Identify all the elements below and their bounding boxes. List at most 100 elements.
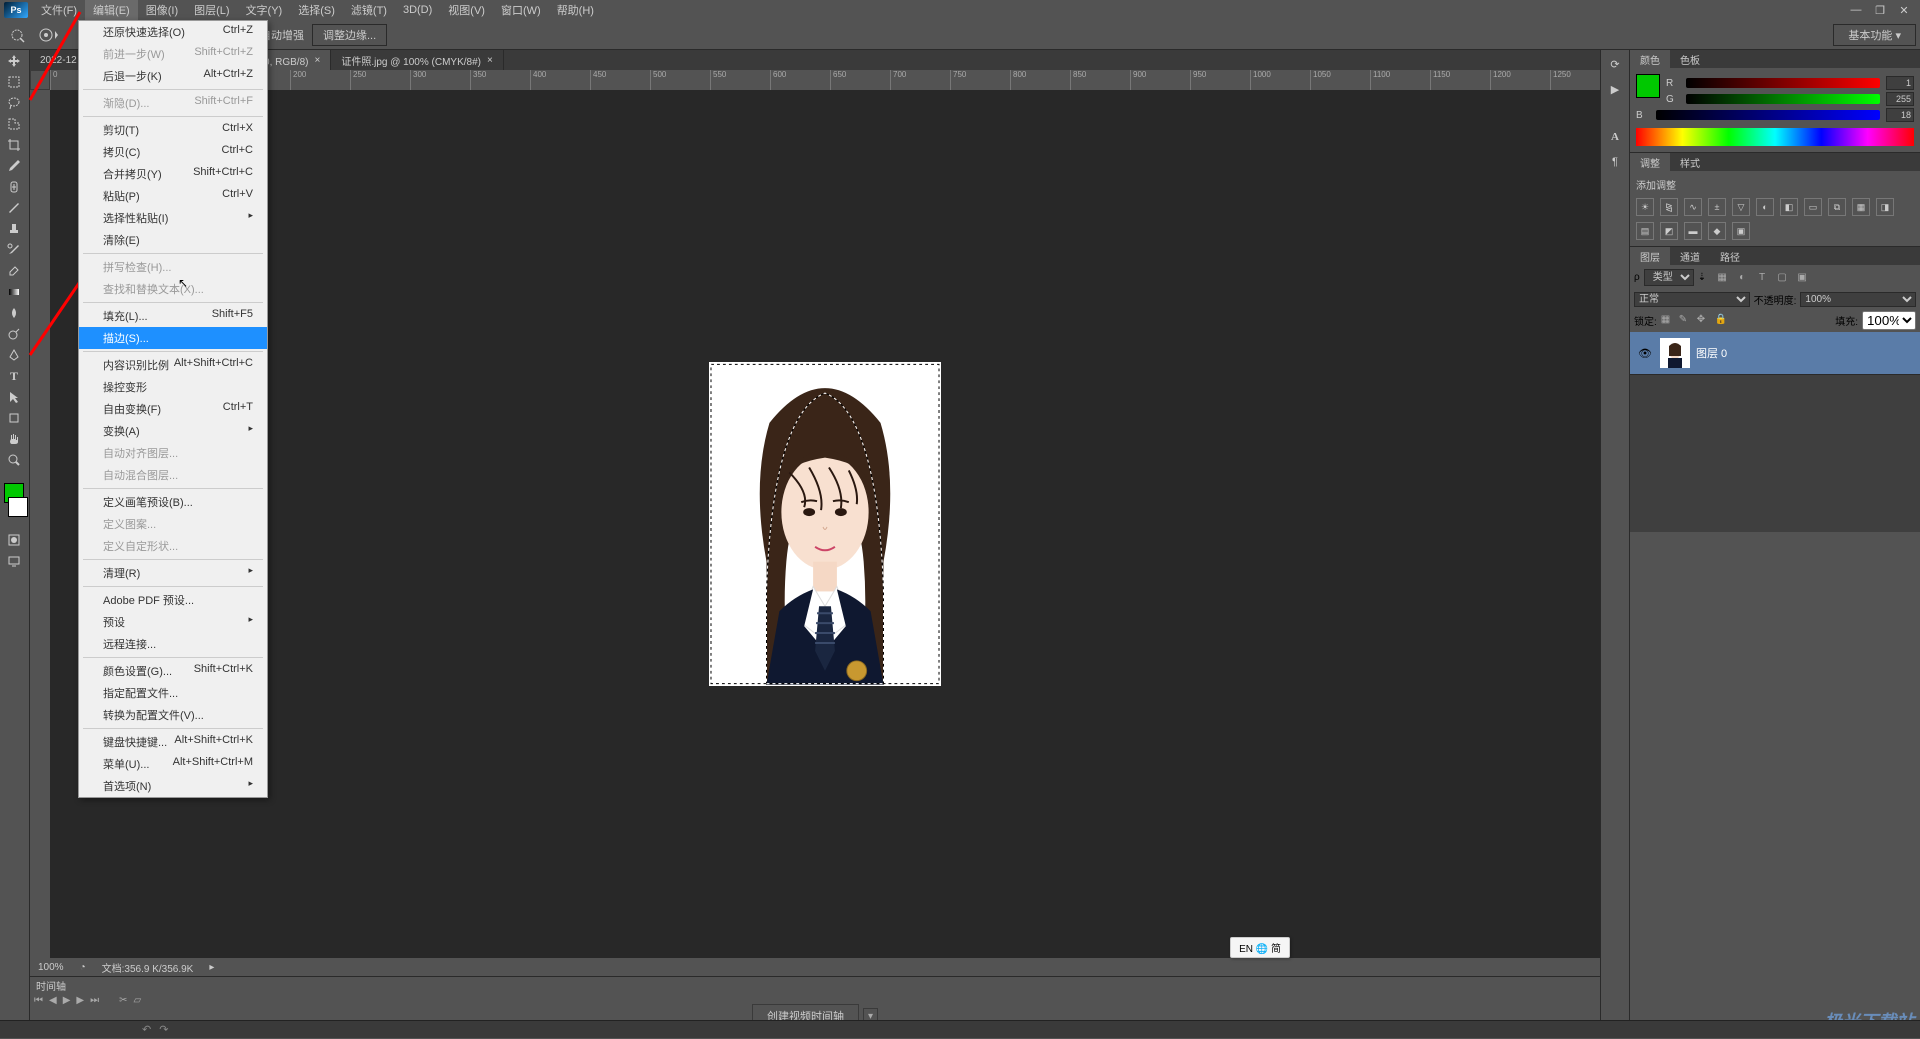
tab-close-icon[interactable]: × (314, 55, 320, 66)
marquee-tool[interactable] (1, 72, 27, 92)
r-slider[interactable] (1686, 78, 1880, 88)
b-slider[interactable] (1656, 110, 1880, 120)
edit-menu-item[interactable]: 指定配置文件... (79, 682, 267, 704)
adj-levels-icon[interactable]: ⧎ (1660, 198, 1678, 216)
layer-name-label[interactable]: 图层 0 (1696, 345, 1727, 361)
g-slider[interactable] (1686, 94, 1880, 104)
dock-play-icon[interactable]: ▶ (1602, 78, 1628, 100)
dock-char-icon[interactable]: A (1602, 126, 1628, 148)
footer-undo-icon[interactable]: ↶ (142, 1023, 151, 1036)
adj-selective-icon[interactable]: ◆ (1708, 222, 1726, 240)
edit-menu-item[interactable]: 变换(A)▸ (79, 420, 267, 442)
tl-last-icon[interactable]: ⏭ (90, 995, 99, 1006)
layer-filter-select[interactable]: 类型 (1644, 269, 1694, 286)
lasso-tool[interactable] (1, 93, 27, 113)
lock-pixels-icon[interactable]: ✎ (1679, 314, 1693, 328)
stamp-tool[interactable] (1, 219, 27, 239)
edit-menu-item[interactable]: 清除(E) (79, 229, 267, 251)
adj-lookup-icon[interactable]: ▦ (1852, 198, 1870, 216)
quickmask-toggle[interactable] (1, 530, 27, 550)
filter-shape-icon[interactable]: ▢ (1774, 270, 1790, 286)
shape-tool[interactable] (1, 408, 27, 428)
healing-tool[interactable] (1, 177, 27, 197)
blur-tool[interactable] (1, 303, 27, 323)
refine-edge-button[interactable]: 调整边缘... (312, 24, 387, 46)
gradient-tool[interactable] (1, 282, 27, 302)
r-input[interactable] (1886, 76, 1914, 90)
tab-close-icon[interactable]: × (487, 55, 493, 66)
edit-menu-item[interactable]: 转换为配置文件(V)... (79, 704, 267, 726)
eraser-tool[interactable] (1, 261, 27, 281)
filter-adjust-icon[interactable]: ◐ (1734, 270, 1750, 286)
adj-color-lookup-icon[interactable]: ▣ (1732, 222, 1750, 240)
filter-smart-icon[interactable]: ▣ (1794, 270, 1810, 286)
tl-prev-icon[interactable]: ◀ (49, 995, 57, 1006)
adj-brightness-icon[interactable]: ☀ (1636, 198, 1654, 216)
zoom-icon[interactable]: ◔ (80, 962, 86, 973)
menu-3d[interactable]: 3D(D) (395, 1, 440, 19)
photo-canvas[interactable] (709, 362, 941, 686)
edit-menu-item[interactable]: 拷贝(C)Ctrl+C (79, 141, 267, 163)
channels-tab[interactable]: 通道 (1670, 247, 1710, 265)
hand-tool[interactable] (1, 429, 27, 449)
menu-view[interactable]: 视图(V) (440, 0, 493, 21)
dodge-tool[interactable] (1, 324, 27, 344)
move-tool[interactable] (1, 51, 27, 71)
edit-menu-item[interactable]: 颜色设置(G)...Shift+Ctrl+K (79, 660, 267, 682)
edit-menu-item[interactable]: 菜单(U)...Alt+Shift+Ctrl+M (79, 753, 267, 775)
edit-menu-item[interactable]: Adobe PDF 预设... (79, 589, 267, 611)
g-input[interactable] (1886, 92, 1914, 106)
adj-channel-mixer-icon[interactable]: ⧉ (1828, 198, 1846, 216)
adj-posterize-icon[interactable]: ▤ (1636, 222, 1654, 240)
tl-next-icon[interactable]: ▶ (76, 995, 84, 1006)
minimize-button[interactable]: — (1844, 2, 1868, 18)
adj-exposure-icon[interactable]: ± (1708, 198, 1726, 216)
workspace-switcher[interactable]: 基本功能 ▾ (1833, 24, 1916, 46)
quick-select-icon[interactable] (4, 25, 34, 45)
layers-tab[interactable]: 图层 (1630, 247, 1670, 265)
dock-history-icon[interactable]: ⟳ (1602, 53, 1628, 75)
edit-menu-item[interactable]: 操控变形 (79, 376, 267, 398)
edit-menu-item[interactable]: 填充(L)...Shift+F5 (79, 305, 267, 327)
paths-tab[interactable]: 路径 (1710, 247, 1750, 265)
color-spectrum[interactable] (1636, 128, 1914, 146)
footer-redo-icon[interactable]: ↷ (159, 1023, 168, 1036)
adj-invert-icon[interactable]: ◨ (1876, 198, 1894, 216)
edit-menu-item[interactable]: 自由变换(F)Ctrl+T (79, 398, 267, 420)
adj-threshold-icon[interactable]: ◩ (1660, 222, 1678, 240)
brush-preset-icon[interactable] (34, 25, 64, 45)
zoom-level[interactable]: 100% (38, 962, 64, 973)
tl-cut-icon[interactable]: ✂ (119, 995, 127, 1006)
layer-item-0[interactable]: 👁 图层 0 (1630, 332, 1920, 375)
edit-menu-item[interactable]: 剪切(T)Ctrl+X (79, 119, 267, 141)
filter-pixel-icon[interactable]: ▦ (1714, 270, 1730, 286)
brush-tool[interactable] (1, 198, 27, 218)
status-arrow-icon[interactable]: ▸ (209, 962, 214, 973)
lock-position-icon[interactable]: ✥ (1697, 314, 1711, 328)
layer-thumbnail[interactable] (1660, 338, 1690, 368)
zoom-tool[interactable] (1, 450, 27, 470)
filter-type-icon[interactable]: T (1754, 270, 1770, 286)
tl-transition-icon[interactable]: ▱ (134, 995, 142, 1006)
edit-menu-item[interactable]: 清理(R)▸ (79, 562, 267, 584)
crop-tool[interactable] (1, 135, 27, 155)
edit-menu-item[interactable]: 描边(S)... (79, 327, 267, 349)
menu-help[interactable]: 帮助(H) (549, 0, 602, 21)
menu-edit[interactable]: 编辑(E) (85, 0, 138, 21)
history-brush-tool[interactable] (1, 240, 27, 260)
adj-photo-filter-icon[interactable]: ▭ (1804, 198, 1822, 216)
close-button[interactable]: ✕ (1892, 2, 1916, 18)
menu-image[interactable]: 图像(I) (138, 0, 186, 21)
edit-menu-item[interactable]: 首选项(N)▸ (79, 775, 267, 797)
type-tool[interactable]: T (1, 366, 27, 386)
edit-menu-item[interactable]: 键盘快捷键...Alt+Shift+Ctrl+K (79, 731, 267, 753)
edit-menu-item[interactable]: 预设▸ (79, 611, 267, 633)
screenmode-toggle[interactable] (1, 551, 27, 571)
visibility-icon[interactable]: 👁 (1636, 347, 1654, 360)
menu-filter[interactable]: 滤镜(T) (343, 0, 395, 21)
edit-menu-item[interactable]: 还原快速选择(O)Ctrl+Z (79, 21, 267, 43)
adj-hue-icon[interactable]: ◐ (1756, 198, 1774, 216)
swatches-tab[interactable]: 色板 (1670, 50, 1710, 68)
adj-bw-icon[interactable]: ◧ (1780, 198, 1798, 216)
tl-play-icon[interactable]: ▶ (63, 995, 71, 1006)
